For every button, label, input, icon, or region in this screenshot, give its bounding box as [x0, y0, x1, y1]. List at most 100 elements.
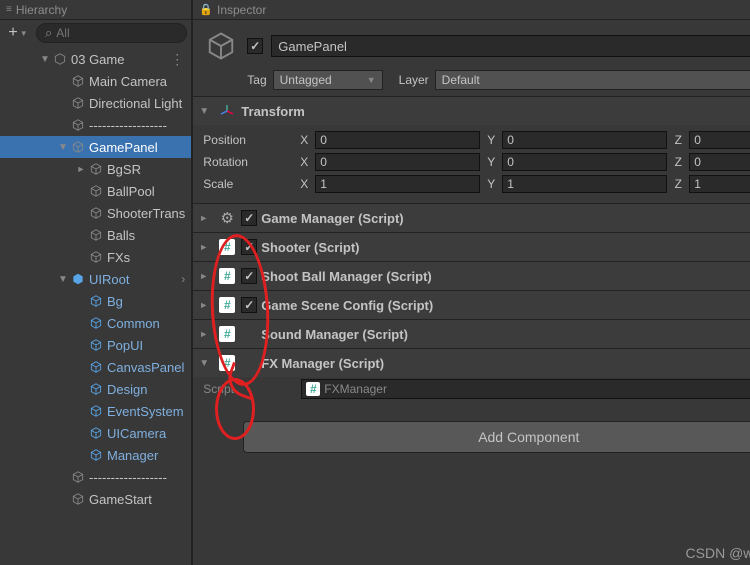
tree-row[interactable]: ------------------ [0, 114, 191, 136]
tree-row[interactable]: BgSR [0, 158, 191, 180]
transform-header[interactable]: Transform ? ⇄ ⋮ [193, 97, 750, 125]
tree-row[interactable]: Balls [0, 224, 191, 246]
foldout-icon[interactable] [56, 140, 70, 154]
tree-row[interactable]: GamePanel [0, 136, 191, 158]
y-input[interactable] [502, 175, 667, 193]
tree-row[interactable]: FXs [0, 246, 191, 268]
script-property: Script # FXManager ⊙ [193, 377, 750, 401]
x-input[interactable] [315, 175, 480, 193]
component: # Shoot Ball Manager (Script) ? ⇄ ⋮ [193, 261, 750, 290]
foldout-icon [74, 228, 88, 242]
context-menu-icon[interactable]: ⋮ [170, 51, 185, 68]
foldout-icon[interactable] [199, 213, 213, 224]
hierarchy-tree: 03 Game⋮Main Camera Directional Light ----… [0, 46, 191, 565]
search-input[interactable] [56, 26, 178, 40]
foldout-icon[interactable] [199, 242, 213, 253]
foldout-icon [56, 492, 70, 506]
transform-title: Transform [241, 104, 750, 119]
component-title: Sound Manager (Script) [261, 327, 750, 342]
tree-row[interactable]: 03 Game⋮ [0, 48, 191, 70]
inspector-tab[interactable]: 🔒 Inspector [193, 0, 750, 20]
tree-row[interactable]: Bg [0, 290, 191, 312]
component-header[interactable]: ⚙ Game Manager (Script) ? ⇄ ⋮ [193, 204, 750, 232]
foldout-icon[interactable] [74, 162, 88, 176]
foldout-icon [74, 426, 88, 440]
cube-icon [88, 359, 104, 375]
component-enabled-checkbox[interactable] [241, 297, 257, 313]
layer-dropdown[interactable]: Default▼ [435, 70, 750, 90]
tree-row[interactable]: Main Camera [0, 70, 191, 92]
object-active-checkbox[interactable] [247, 38, 263, 54]
foldout-icon[interactable] [199, 300, 213, 311]
object-name-input[interactable] [271, 35, 750, 57]
component-header[interactable]: # Shoot Ball Manager (Script) ? ⇄ ⋮ [193, 262, 750, 290]
tree-item-label: EventSystem [107, 404, 184, 419]
foldout-icon[interactable] [199, 271, 213, 282]
tag-dropdown[interactable]: Untagged▼ [273, 70, 383, 90]
axis-y-label: Y [484, 177, 498, 191]
component-header[interactable]: # Sound Manager (Script) ? ⇄ ⋮ [193, 320, 750, 348]
object-icon[interactable] [203, 28, 239, 64]
cube-icon [70, 469, 86, 485]
x-input[interactable] [315, 153, 480, 171]
tree-row[interactable]: ShooterTrans [0, 202, 191, 224]
tree-row[interactable]: Manager [0, 444, 191, 466]
foldout-icon [56, 470, 70, 484]
component: # Game Scene Config (Script) ? ⇄ ⋮ [193, 290, 750, 319]
foldout-icon [74, 316, 88, 330]
cube-icon [88, 337, 104, 353]
tree-row[interactable]: EventSystem [0, 400, 191, 422]
cube-icon [88, 227, 104, 243]
tree-item-label: Directional Light [89, 96, 182, 111]
foldout-icon[interactable] [199, 106, 213, 117]
component-header[interactable]: # Game Scene Config (Script) ? ⇄ ⋮ [193, 291, 750, 319]
add-component-button[interactable]: Add Component [243, 421, 750, 453]
layer-label: Layer [399, 73, 429, 87]
cube-icon [88, 161, 104, 177]
component-enabled-checkbox[interactable] [241, 239, 257, 255]
z-input[interactable] [689, 175, 750, 193]
tree-row[interactable]: Directional Light [0, 92, 191, 114]
foldout-icon[interactable] [199, 329, 213, 340]
foldout-icon[interactable] [56, 272, 70, 286]
tree-item-label: CanvasPanel [107, 360, 184, 375]
axis-x-label: X [297, 155, 311, 169]
component-enabled-checkbox[interactable] [241, 210, 257, 226]
hierarchy-title: Hierarchy [16, 3, 67, 17]
tree-row[interactable]: BallPool [0, 180, 191, 202]
tree-item-label: GameStart [89, 492, 152, 507]
tree-row[interactable]: ------------------ [0, 466, 191, 488]
script-object-field[interactable]: # FXManager ⊙ [301, 379, 750, 399]
prefab-icon [70, 271, 86, 287]
foldout-icon[interactable] [199, 358, 213, 369]
z-input[interactable] [689, 131, 750, 149]
y-input[interactable] [502, 131, 667, 149]
y-input[interactable] [502, 153, 667, 171]
x-input[interactable] [315, 131, 480, 149]
create-dropdown[interactable]: + ▼ [4, 23, 32, 43]
foldout-icon[interactable] [38, 52, 52, 66]
tree-row[interactable]: CanvasPanel [0, 356, 191, 378]
component-header[interactable]: # Shooter (Script) ? ⇄ ⋮ [193, 233, 750, 261]
cube-icon [88, 293, 104, 309]
tree-row[interactable]: PopUI [0, 334, 191, 356]
tree-row[interactable]: UIRoot› [0, 268, 191, 290]
cube-icon [88, 315, 104, 331]
component-enabled-checkbox[interactable] [241, 268, 257, 284]
hierarchy-tab[interactable]: ≡ Hierarchy [0, 0, 191, 20]
foldout-icon [74, 338, 88, 352]
tree-item-label: Common [107, 316, 160, 331]
tree-row[interactable]: Design [0, 378, 191, 400]
script-icon: # [219, 355, 235, 371]
property-label: Scale [203, 177, 293, 191]
script-icon: # [306, 382, 320, 396]
prefab-open-icon[interactable]: › [181, 272, 185, 286]
component-header[interactable]: # FX Manager (Script) ? ⇄ ⋮ [193, 349, 750, 377]
tree-row[interactable]: UICamera [0, 422, 191, 444]
z-input[interactable] [689, 153, 750, 171]
tree-row[interactable]: Common [0, 312, 191, 334]
lock-icon: 🔒 [199, 3, 213, 16]
hierarchy-search[interactable]: ⌕ [36, 23, 187, 43]
hierarchy-toolbar: + ▼ ⌕ [0, 20, 191, 46]
tree-row[interactable]: GameStart [0, 488, 191, 510]
